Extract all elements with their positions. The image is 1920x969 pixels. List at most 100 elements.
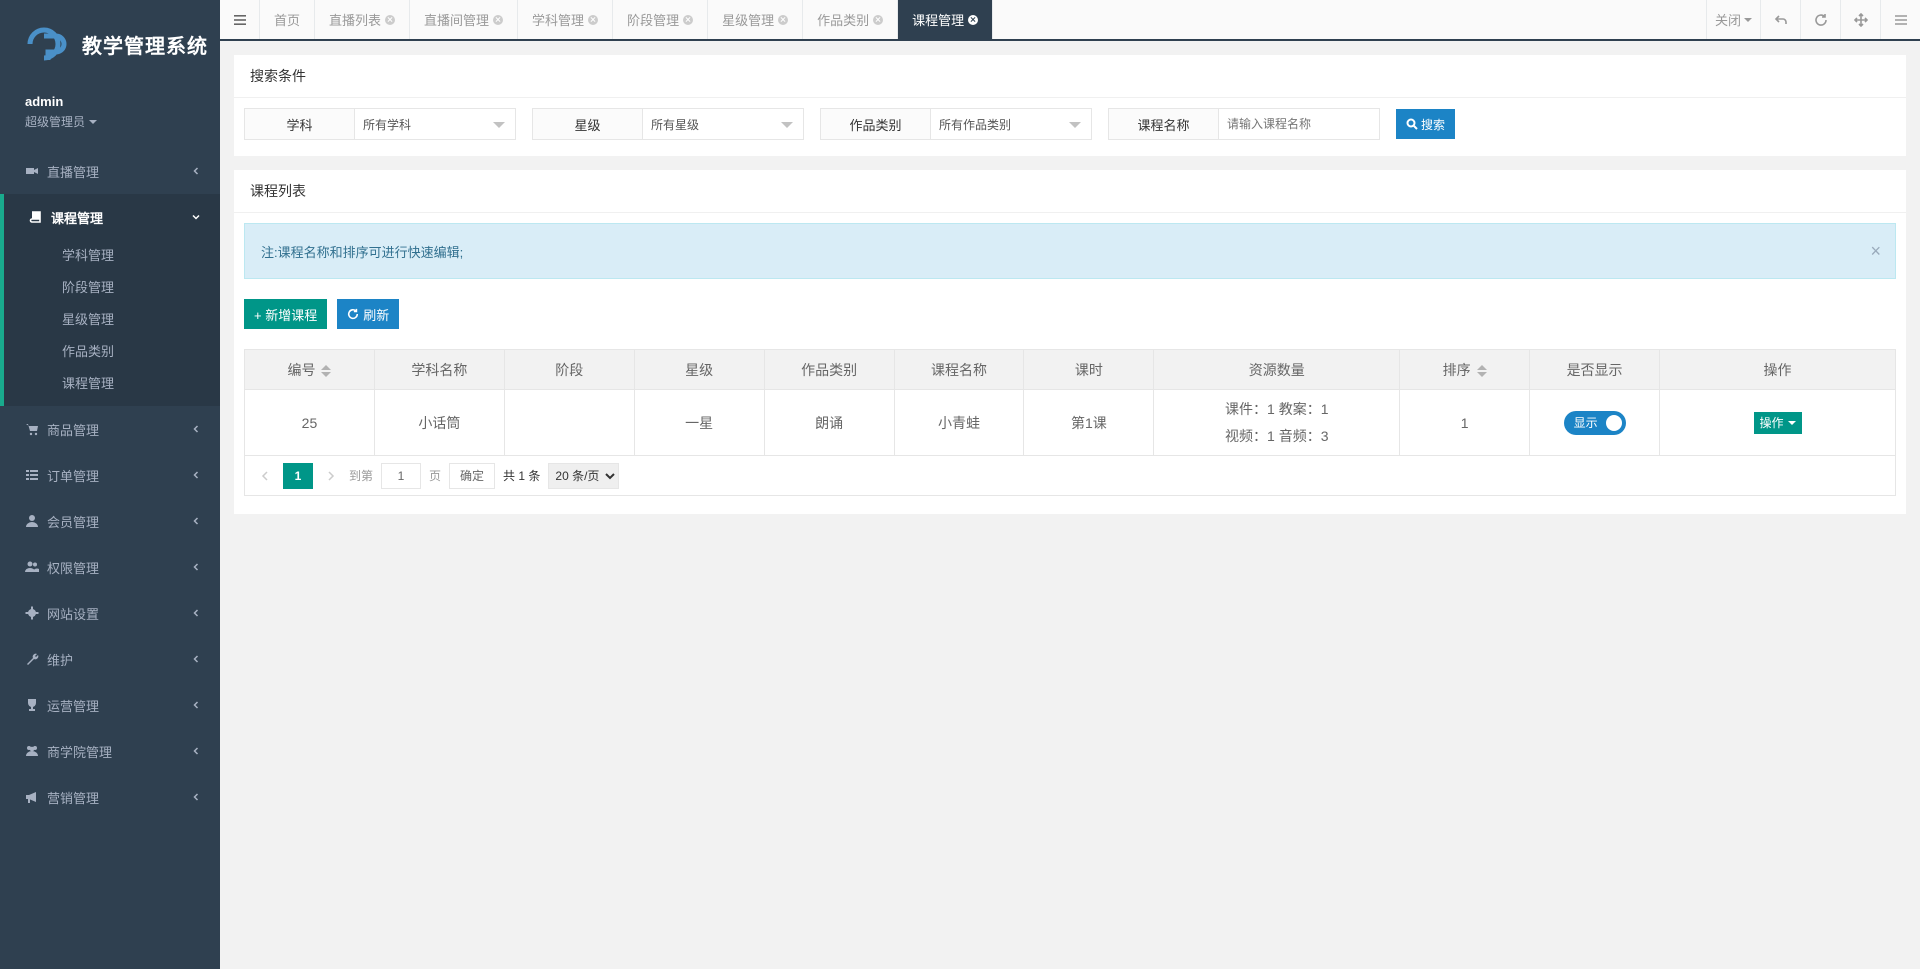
sidebar-item-label: 维护: [47, 652, 74, 668]
close-tab-icon[interactable]: [385, 14, 396, 25]
resource-line-2: 视频：1 音频：3: [1225, 427, 1329, 444]
chevron-left-icon: [193, 701, 199, 709]
sidebar-item-9[interactable]: 商学院管理: [0, 728, 220, 774]
column-header-label: 排序: [1442, 361, 1471, 378]
video-icon: [26, 168, 38, 174]
search-button[interactable]: 搜索: [1396, 109, 1456, 139]
chevron-left-icon: [261, 470, 268, 481]
column-header-7: 资源数量: [1153, 349, 1401, 390]
chevron-left-icon: [193, 167, 199, 175]
submenu-item-2[interactable]: 星级管理: [4, 304, 220, 336]
category-select-value: 所有作品类别: [939, 117, 1012, 132]
close-tab-icon[interactable]: [873, 14, 884, 25]
current-page[interactable]: 1: [283, 462, 313, 489]
submenu-item-1[interactable]: 阶段管理: [4, 272, 220, 304]
column-header-2: 阶段: [503, 349, 635, 390]
goto-confirm-button[interactable]: 确定: [449, 462, 496, 489]
sidebar-item-0[interactable]: 直播管理: [0, 148, 220, 194]
sidebar-item-3[interactable]: 订单管理: [0, 452, 220, 498]
search-panel: 搜索条件 学科 所有学科 星级 所有星级 作品类别 所有作品类别 课程名称 请输…: [234, 55, 1906, 156]
tab-2[interactable]: 直播间管理: [410, 0, 519, 39]
page-number-input[interactable]: [381, 462, 422, 489]
close-tabs-dropdown[interactable]: 关闭: [1705, 0, 1760, 39]
tab-1[interactable]: 直播列表: [315, 0, 411, 39]
fullscreen-button[interactable]: [1840, 0, 1880, 39]
tab-7[interactable]: 课程管理: [898, 0, 994, 39]
tab-0[interactable]: 首页: [260, 0, 316, 39]
course-list-panel: 课程列表 注:课程名称和排序可进行快速编辑; × + 新增课程 刷新 编号 学科名…: [234, 170, 1906, 514]
chevron-left-icon: [193, 517, 199, 525]
category-select[interactable]: 所有作品类别: [931, 109, 1091, 139]
sidebar-item-2[interactable]: 商品管理: [0, 406, 220, 452]
prev-page-button[interactable]: [255, 466, 275, 486]
submenu-item-4[interactable]: 课程管理: [4, 368, 220, 400]
column-header-9: 是否显示: [1529, 349, 1661, 390]
cell-course-name[interactable]: 小青蛙: [893, 389, 1025, 456]
refresh-icon: [1814, 13, 1827, 26]
sidebar-item-10[interactable]: 营销管理: [0, 774, 220, 820]
close-tab-icon[interactable]: [778, 14, 789, 25]
sidebar-group-6: 网站设置: [0, 590, 220, 636]
caret-down-icon: [89, 119, 98, 124]
tab-5[interactable]: 星级管理: [708, 0, 804, 39]
toggle-label: 显示: [1573, 416, 1598, 430]
subject-filter: 学科 所有学科: [244, 108, 516, 140]
visibility-toggle[interactable]: 显示: [1563, 410, 1626, 435]
column-header-0[interactable]: 编号: [244, 349, 375, 390]
subject-select[interactable]: 所有学科: [355, 109, 515, 139]
page-size-select[interactable]: 20 条/页: [548, 462, 620, 489]
subject-filter-label: 学科: [245, 109, 355, 139]
course-name-input[interactable]: [1227, 117, 1371, 131]
sidebar-item-8[interactable]: 运营管理: [0, 682, 220, 728]
add-course-button[interactable]: + 新增课程: [244, 299, 328, 329]
tab-6[interactable]: 作品类别: [803, 0, 899, 39]
row-action-dropdown[interactable]: 操作: [1753, 411, 1802, 434]
sidebar-item-5[interactable]: 权限管理: [0, 544, 220, 590]
chevron-left-icon: [193, 563, 199, 571]
sort-icon[interactable]: [1476, 364, 1487, 377]
next-page-button[interactable]: [321, 466, 341, 486]
logo[interactable]: 教学管理系统: [0, 0, 220, 88]
menu-toggle-button[interactable]: [220, 0, 260, 39]
chevron-left-icon: [193, 609, 199, 617]
tab-options-button[interactable]: [1880, 0, 1920, 39]
back-button[interactable]: [1760, 0, 1800, 39]
tab-label: 首页: [274, 13, 301, 28]
sort-icon[interactable]: [321, 364, 332, 377]
search-icon: [1406, 118, 1418, 130]
close-tab-icon[interactable]: [588, 14, 599, 25]
sidebar-item-7[interactable]: 维护: [0, 636, 220, 682]
sidebar-group-10: 营销管理: [0, 774, 220, 820]
chevron-right-icon: [328, 470, 335, 481]
close-tab-icon[interactable]: [683, 14, 694, 25]
sidebar-item-label: 课程管理: [51, 210, 104, 226]
close-tab-icon[interactable]: [968, 14, 979, 25]
group-icon: [26, 746, 38, 756]
cart-icon: [26, 424, 38, 436]
refresh-tab-button[interactable]: [1800, 0, 1840, 39]
dropdown-arrow-icon: [493, 122, 505, 128]
notice-text: 注:课程名称和排序可进行快速编辑;: [261, 244, 464, 260]
submenu-item-3[interactable]: 作品类别: [4, 336, 220, 368]
cell-order[interactable]: 1: [1399, 389, 1531, 456]
close-icon[interactable]: ×: [1870, 242, 1881, 260]
submenu-item-0[interactable]: 学科管理: [4, 240, 220, 272]
column-header-label: 作品类别: [801, 361, 858, 378]
star-select[interactable]: 所有星级: [643, 109, 803, 139]
refresh-button[interactable]: 刷新: [337, 299, 400, 329]
sidebar-item-4[interactable]: 会员管理: [0, 498, 220, 544]
column-header-8[interactable]: 排序: [1399, 349, 1531, 390]
sidebar-item-6[interactable]: 网站设置: [0, 590, 220, 636]
chevron-left-icon: [193, 425, 199, 433]
toggle-knob: [1605, 414, 1622, 431]
chevron-left-icon: [193, 655, 199, 663]
column-header-4: 作品类别: [763, 349, 895, 390]
tab-4[interactable]: 阶段管理: [613, 0, 709, 39]
close-tab-icon[interactable]: [493, 14, 504, 25]
cell-subject: 小话筒: [373, 389, 505, 456]
chevron-down-icon: [192, 214, 200, 220]
user-role-dropdown[interactable]: 超级管理员: [25, 113, 220, 130]
sidebar-item-1[interactable]: 课程管理: [4, 194, 220, 240]
tab-label: 直播间管理: [424, 13, 490, 28]
tab-3[interactable]: 学科管理: [518, 0, 614, 39]
